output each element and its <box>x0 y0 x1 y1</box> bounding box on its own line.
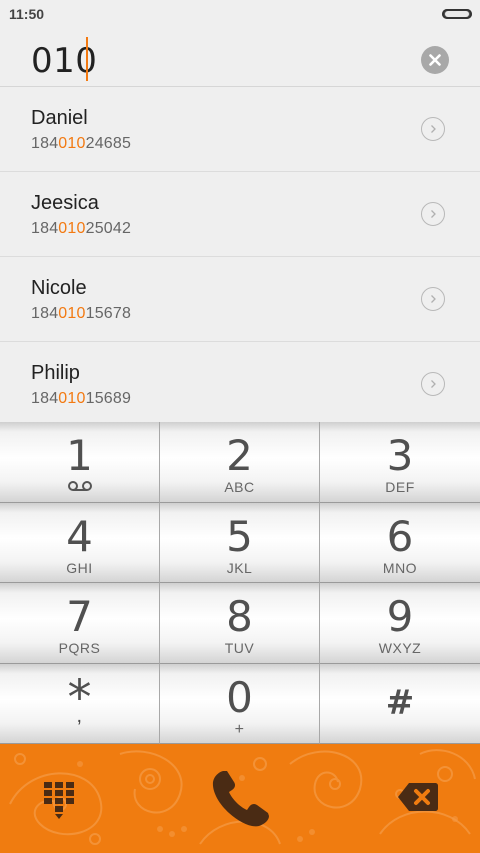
text-cursor <box>86 37 88 81</box>
key-digit: 7 <box>66 592 93 641</box>
key-letters: JKL <box>226 559 253 576</box>
contact-number: 18401025042 <box>31 220 132 237</box>
status-bar: 11:50 <box>0 0 480 28</box>
key-letters: GHI <box>66 559 93 576</box>
key-digit: 0 <box>226 672 253 722</box>
contact-item-daniel[interactable]: Daniel 18401024685 <box>0 87 480 172</box>
key-digit: 4 <box>66 511 93 561</box>
key-4[interactable]: 4 GHI <box>0 502 160 583</box>
key-letters: PQRS <box>58 640 101 656</box>
contact-name: Daniel <box>31 107 88 129</box>
backspace-icon <box>398 783 438 811</box>
contact-item-nicole[interactable]: Nicole 18401015678 <box>0 257 480 342</box>
key-digit: 3 <box>386 431 414 480</box>
key-7[interactable]: 7 PQRS <box>0 583 160 664</box>
contact-name: Nicole <box>31 277 87 299</box>
number-input-row[interactable]: 010 <box>0 28 480 87</box>
phone-icon <box>212 771 269 827</box>
close-icon <box>429 54 441 66</box>
contact-number: 18401015689 <box>31 390 132 407</box>
key-letters: ABC <box>224 479 255 495</box>
contact-name: Jeesica <box>31 192 99 214</box>
contact-item-philip[interactable]: Philip 18401015689 <box>0 342 480 426</box>
key-6[interactable]: 6 MNO <box>320 502 480 583</box>
key-digit: 2 <box>226 431 253 480</box>
matched-digits: 010 <box>58 390 86 407</box>
key-digit: # <box>385 682 415 723</box>
battery-icon <box>442 9 472 19</box>
dialpad-toggle-button[interactable] <box>44 782 74 820</box>
key-pound[interactable]: # <box>320 663 480 744</box>
key-digit: 6 <box>386 511 414 561</box>
key-digit: 5 <box>226 511 253 561</box>
matched-digits: 010 <box>58 220 86 237</box>
key-letters: , <box>76 704 83 727</box>
key-2[interactable]: 2 ABC <box>160 422 320 503</box>
dialpad: 1 2 ABC 3 DEF 4 GHI 5 JKL 6 MNO 7 PQRS 8… <box>0 422 480 744</box>
chevron-right-icon <box>431 380 436 388</box>
contact-number: 18401024685 <box>31 135 132 152</box>
contact-details-button[interactable] <box>421 117 445 141</box>
key-letters: + <box>234 720 245 738</box>
action-bar <box>0 744 480 853</box>
key-letters: WXYZ <box>378 640 422 656</box>
key-1[interactable]: 1 <box>0 422 160 503</box>
chevron-right-icon <box>431 210 436 218</box>
contact-details-button[interactable] <box>421 372 445 396</box>
contact-number: 18401015678 <box>31 305 132 322</box>
key-8[interactable]: 8 TUV <box>160 583 320 664</box>
key-letters: DEF <box>385 479 415 495</box>
key-digit: 9 <box>386 592 414 641</box>
clear-input-button[interactable] <box>421 46 449 74</box>
backspace-button[interactable] <box>397 782 439 812</box>
key-3[interactable]: 3 DEF <box>320 422 480 503</box>
key-digit: 8 <box>226 592 253 641</box>
status-time: 11:50 <box>9 6 45 22</box>
key-0[interactable]: 0 + <box>160 663 320 744</box>
matched-digits: 010 <box>58 305 86 322</box>
contact-list: Daniel 18401024685 Jeesica 18401025042 N… <box>0 87 480 426</box>
key-star[interactable]: * , <box>0 663 160 744</box>
contact-item-jeesica[interactable]: Jeesica 18401025042 <box>0 172 480 257</box>
chevron-right-icon <box>431 295 436 303</box>
contact-details-button[interactable] <box>421 202 445 226</box>
matched-digits: 010 <box>58 135 86 152</box>
key-digit: 1 <box>66 431 93 480</box>
chevron-right-icon <box>431 125 436 133</box>
key-letters: MNO <box>382 559 418 576</box>
key-9[interactable]: 9 WXYZ <box>320 583 480 664</box>
dialpad-icon <box>44 782 74 819</box>
voicemail-icon <box>67 481 92 491</box>
call-button[interactable] <box>209 766 273 830</box>
key-5[interactable]: 5 JKL <box>160 502 320 583</box>
contact-details-button[interactable] <box>421 287 445 311</box>
key-letters: TUV <box>224 640 255 656</box>
contact-name: Philip <box>31 362 80 384</box>
